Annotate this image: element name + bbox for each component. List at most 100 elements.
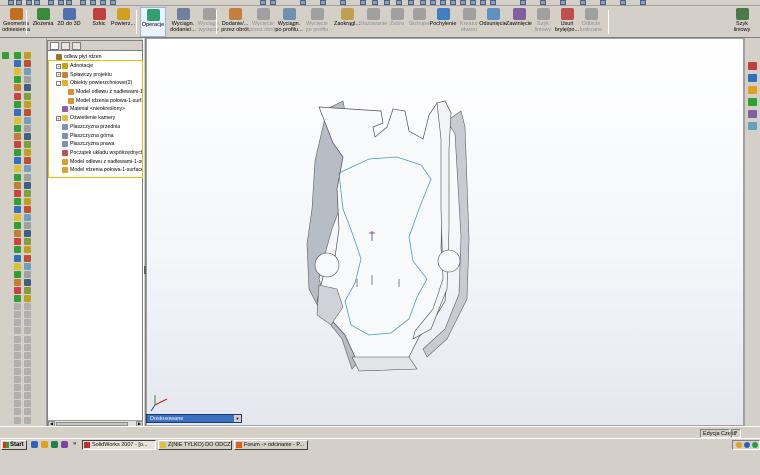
- left-tool-icon[interactable]: [24, 246, 31, 254]
- left-tool-icon[interactable]: [14, 100, 21, 108]
- toolbar-button-icon[interactable]: [408, 0, 414, 5]
- toolbar-button-icon[interactable]: [8, 0, 14, 5]
- cmd-button-2[interactable]: 2D do 3D: [56, 7, 82, 37]
- left-tool-icon[interactable]: [14, 189, 21, 197]
- toolbar-button-icon[interactable]: [26, 0, 32, 5]
- left-tool-icon[interactable]: [24, 295, 31, 302]
- left-tool-icon[interactable]: [24, 214, 31, 221]
- toolbar-button-icon[interactable]: [620, 0, 626, 5]
- left-tool-icon[interactable]: [14, 52, 21, 59]
- cmd-button-22[interactable]: Odbicie lustrzane: [578, 7, 604, 37]
- toolbar-button-icon[interactable]: [480, 0, 486, 5]
- toolbar-button-icon[interactable]: [360, 0, 366, 5]
- toolbar-button-icon[interactable]: [100, 0, 106, 5]
- left-tool-icon[interactable]: [14, 116, 21, 124]
- toolbar-button-icon[interactable]: [300, 0, 306, 5]
- left-tool-icon[interactable]: [24, 278, 31, 286]
- cmd-button-6[interactable]: Wyciągn. dodanie/...: [170, 7, 196, 37]
- left-tool-icon[interactable]: [14, 295, 21, 302]
- left-tool-icon[interactable]: [14, 205, 21, 213]
- left-tool-icon[interactable]: [14, 133, 21, 140]
- toolbar-button-icon[interactable]: [90, 0, 96, 5]
- left-tool-icon[interactable]: [24, 408, 31, 416]
- tray-icon-1[interactable]: [736, 442, 742, 448]
- left-tool-icon[interactable]: [24, 124, 31, 132]
- quicklaunch-more[interactable]: »: [73, 441, 76, 447]
- left-tool-icon[interactable]: [24, 157, 31, 165]
- left-tool-icon[interactable]: [24, 303, 31, 311]
- tab-feature-manager[interactable]: [50, 42, 59, 50]
- task-pane-icon[interactable]: [748, 98, 757, 106]
- left-tool-icon[interactable]: [24, 311, 31, 319]
- taskbar-button[interactable]: Z(NIE TYLKO) DO ODCZY...: [158, 440, 232, 450]
- left-tool-icon[interactable]: [14, 319, 21, 327]
- tree-item[interactable]: Model rdzenia połowa-1-surface1: [48, 166, 143, 175]
- start-button[interactable]: Start: [1, 440, 27, 450]
- cmd-button-9[interactable]: Wycięcie przez obrót: [249, 7, 277, 37]
- left-tool-icon[interactable]: [14, 359, 21, 367]
- toolbar-button-icon[interactable]: [396, 0, 402, 5]
- toolbar-button-icon[interactable]: [470, 0, 476, 5]
- left-tool-icon[interactable]: [24, 68, 31, 76]
- expand-toggle-icon[interactable]: -: [56, 80, 61, 86]
- sketch-icon[interactable]: [2, 52, 9, 59]
- model-view[interactable]: [147, 39, 744, 426]
- left-tool-icon[interactable]: [24, 141, 31, 149]
- cmd-button-3[interactable]: Szkic: [86, 7, 112, 37]
- left-tool-icon[interactable]: [24, 335, 31, 343]
- tree-item[interactable]: odlew płyt rdzen: [48, 53, 143, 62]
- cmd-button-4[interactable]: Powierz...: [110, 7, 136, 37]
- left-tool-icon[interactable]: [14, 286, 21, 294]
- left-tool-icon[interactable]: [24, 52, 31, 59]
- left-tool-icon[interactable]: [24, 376, 31, 383]
- left-tool-icon[interactable]: [24, 327, 31, 335]
- left-tool-icon[interactable]: [24, 416, 31, 424]
- left-tool-icon[interactable]: [24, 254, 31, 262]
- toolbar-button-icon[interactable]: [430, 0, 436, 5]
- expand-toggle-icon[interactable]: +: [56, 115, 61, 121]
- left-tool-icon[interactable]: [24, 133, 31, 140]
- left-tool-icon[interactable]: [24, 367, 31, 375]
- graphics-viewport[interactable]: [146, 38, 744, 426]
- left-tool-icon[interactable]: [14, 92, 21, 100]
- help-icon[interactable]: ?: [731, 429, 741, 438]
- toolbar-button-icon[interactable]: [58, 0, 64, 5]
- tree-item[interactable]: Płaszczyzna przednia: [48, 123, 143, 132]
- cmd-button-5[interactable]: Operacje: [140, 7, 166, 37]
- quicklaunch-ie-icon[interactable]: [31, 441, 38, 448]
- cmd-button-17[interactable]: Kreator otworu: [456, 7, 482, 37]
- left-tool-icon[interactable]: [14, 230, 21, 238]
- left-tool-icon[interactable]: [14, 303, 21, 311]
- toolbar-button-icon[interactable]: [600, 0, 606, 5]
- left-tool-icon[interactable]: [24, 400, 31, 408]
- cmd-button-19[interactable]: Zawinięcie: [506, 7, 532, 37]
- left-tool-icon[interactable]: [24, 343, 31, 351]
- left-tool-icon[interactable]: [14, 351, 21, 359]
- left-tool-icon[interactable]: [14, 416, 21, 424]
- left-tool-icon[interactable]: [24, 60, 31, 68]
- cmd-button-13[interactable]: Sfazowanie: [359, 7, 387, 37]
- tree-item[interactable]: + Adnotacje: [48, 62, 143, 71]
- left-tool-icon[interactable]: [14, 246, 21, 254]
- left-tool-icon[interactable]: [24, 392, 31, 400]
- cmd-button-18[interactable]: Odsunięcie: [479, 7, 507, 37]
- tree-item[interactable]: Płaszczyzna górna: [48, 131, 143, 140]
- left-tool-icon[interactable]: [14, 400, 21, 408]
- left-tool-icon[interactable]: [24, 181, 31, 189]
- toolbar-button-icon[interactable]: [440, 0, 446, 5]
- toolbar-button-icon[interactable]: [66, 0, 72, 5]
- toolbar-button-icon[interactable]: [80, 0, 86, 5]
- left-tool-icon[interactable]: [14, 376, 21, 383]
- left-tool-icon[interactable]: [14, 408, 21, 416]
- left-tool-icon[interactable]: [14, 327, 21, 335]
- task-pane-icon[interactable]: [748, 110, 757, 118]
- left-tool-icon[interactable]: [24, 205, 31, 213]
- left-tool-icon[interactable]: [14, 181, 21, 189]
- taskbar-button[interactable]: Forum -> odcinanie - P...: [234, 440, 308, 450]
- toolbar-button-icon[interactable]: [16, 0, 22, 5]
- task-pane-icon[interactable]: [748, 122, 757, 130]
- left-tool-icon[interactable]: [14, 214, 21, 221]
- left-tool-icon[interactable]: [24, 149, 31, 157]
- quicklaunch-app-icon[interactable]: [61, 441, 68, 448]
- left-tool-icon[interactable]: [14, 262, 21, 270]
